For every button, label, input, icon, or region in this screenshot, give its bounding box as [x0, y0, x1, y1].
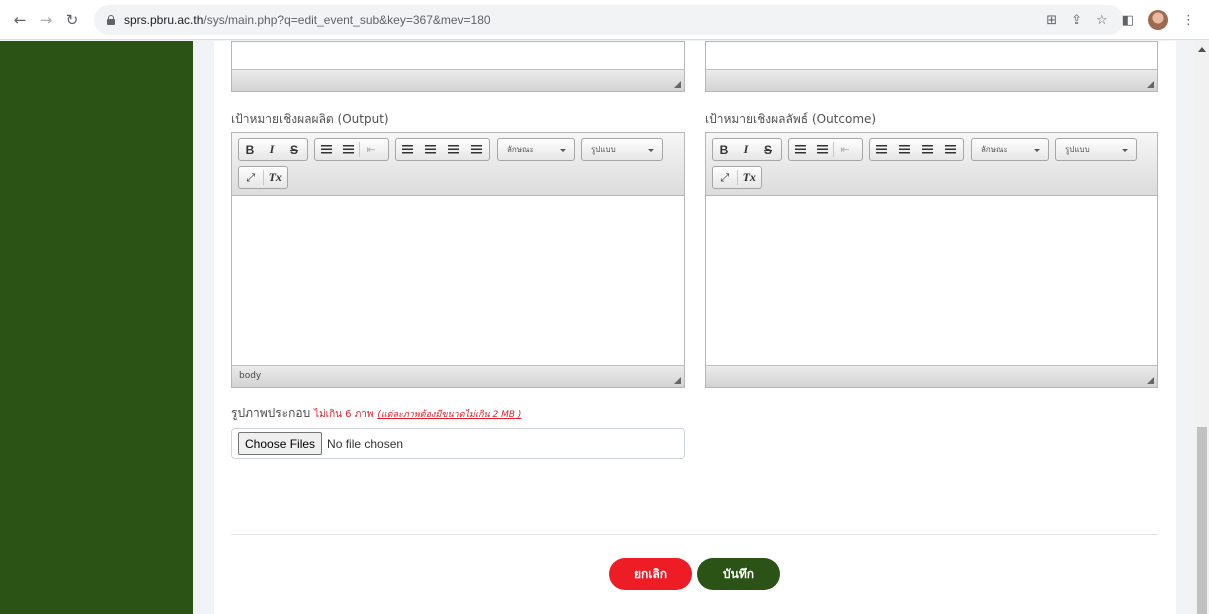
style-dropdown[interactable]: ลักษณะ: [497, 138, 575, 161]
save-button[interactable]: บันทึก: [697, 558, 780, 590]
bookmark-star-icon[interactable]: ☆: [1096, 13, 1108, 28]
scroll-up-arrow-icon[interactable]: [1198, 47, 1206, 52]
divider: [231, 534, 1158, 535]
editor-previous-right[interactable]: [705, 41, 1158, 92]
page-scrollbar[interactable]: [1195, 41, 1209, 614]
bold-button[interactable]: B: [713, 139, 735, 160]
browser-toolbar: ← → ↻ sprs.pbru.ac.th/sys/main.php?q=edi…: [0, 0, 1209, 40]
style-dropdown-label: ลักษณะ: [981, 145, 1008, 154]
outcome-editor-body[interactable]: [706, 196, 1157, 365]
editor-toolbar: B I S ⇤ ลักษณะ รูปแบบ ⤢ Tx: [706, 133, 1157, 196]
align-left-icon[interactable]: [870, 139, 893, 160]
back-arrow-icon[interactable]: ←: [10, 10, 30, 30]
align-center-icon[interactable]: [419, 139, 442, 160]
url-path: /sys/main.php?q=edit_event_sub&key=367&m…: [203, 12, 491, 27]
align-group: [395, 138, 490, 161]
align-group: [869, 138, 964, 161]
outcome-editor[interactable]: B I S ⇤ ลักษณะ รูปแบบ ⤢ Tx: [705, 132, 1158, 388]
bulleted-list-icon[interactable]: [337, 139, 359, 160]
align-center-icon[interactable]: [893, 139, 916, 160]
editor-body[interactable]: [706, 42, 1157, 71]
kebab-menu-icon[interactable]: ⋮: [1182, 13, 1195, 28]
editor-body[interactable]: [232, 42, 684, 71]
outcome-label: เป้าหมายเชิงผลลัพธ์ (Outcome): [705, 112, 877, 126]
photo-label: รูปภาพประกอบ ไม่เกิน 6 ภาพ (แต่ละภาพต้อง…: [231, 404, 521, 423]
format-dropdown[interactable]: รูปแบบ: [1055, 138, 1137, 161]
editor-footer: [232, 69, 684, 91]
tools-group: ⤢ Tx: [238, 166, 288, 189]
remove-format-button[interactable]: Tx: [738, 167, 762, 188]
list-group: ⇤: [788, 138, 863, 161]
format-dropdown-label: รูปแบบ: [1065, 145, 1090, 154]
translate-icon[interactable]: ⊞: [1046, 13, 1057, 28]
side-panel-icon[interactable]: ◧: [1122, 13, 1134, 28]
output-editor-body[interactable]: [232, 196, 684, 365]
editor-footer: [706, 69, 1157, 91]
align-justify-icon[interactable]: [465, 139, 488, 160]
photo-limit-text: ไม่เกิน 6 ภาพ: [314, 409, 374, 420]
italic-button[interactable]: I: [261, 139, 283, 160]
forward-arrow-icon[interactable]: →: [36, 10, 56, 30]
chevron-down-icon: [1122, 149, 1128, 152]
chevron-down-icon: [1034, 149, 1040, 152]
bulleted-list-icon[interactable]: [811, 139, 833, 160]
sidebar: [0, 41, 193, 614]
editor-footer: body: [232, 365, 684, 387]
style-dropdown-label: ลักษณะ: [507, 145, 534, 154]
resize-handle-icon[interactable]: [674, 81, 681, 88]
url-host: sprs.pbru.ac.th: [124, 12, 204, 27]
align-right-icon[interactable]: [442, 139, 465, 160]
chevron-down-icon: [560, 149, 566, 152]
basic-style-group: B I S: [238, 138, 308, 161]
format-dropdown[interactable]: รูปแบบ: [581, 138, 663, 161]
output-label: เป้าหมายเชิงผลผลิต (Output): [231, 112, 389, 126]
tools-group: ⤢ Tx: [712, 166, 762, 189]
bold-button[interactable]: B: [239, 139, 261, 160]
resize-handle-icon[interactable]: [674, 377, 681, 384]
basic-style-group: B I S: [712, 138, 782, 161]
strikethrough-button[interactable]: S: [757, 139, 779, 160]
editor-toolbar: B I S ⇤ ลักษณะ รูปแบบ ⤢ Tx: [232, 133, 684, 196]
numbered-list-icon[interactable]: [789, 139, 811, 160]
outdent-icon[interactable]: ⇤: [834, 139, 856, 160]
cancel-button[interactable]: ยกเลิก: [609, 558, 692, 590]
numbered-list-icon[interactable]: [315, 139, 337, 160]
editor-footer: [706, 365, 1157, 387]
italic-button[interactable]: I: [735, 139, 757, 160]
scrollbar-thumb[interactable]: [1197, 427, 1207, 614]
choose-files-button[interactable]: Choose Files: [238, 432, 323, 455]
profile-avatar-icon[interactable]: [1148, 10, 1168, 30]
photo-label-text: รูปภาพประกอบ: [231, 406, 311, 420]
editor-previous-left[interactable]: [231, 41, 685, 92]
address-bar[interactable]: sprs.pbru.ac.th/sys/main.php?q=edit_even…: [94, 4, 1124, 35]
reload-icon[interactable]: ↻: [62, 10, 82, 30]
chevron-down-icon: [648, 149, 654, 152]
strikethrough-button[interactable]: S: [283, 139, 305, 160]
resize-handle-icon[interactable]: [1147, 81, 1154, 88]
remove-format-button[interactable]: Tx: [264, 167, 288, 188]
align-left-icon[interactable]: [396, 139, 419, 160]
maximize-icon[interactable]: ⤢: [239, 167, 263, 188]
outdent-icon[interactable]: ⇤: [360, 139, 382, 160]
align-right-icon[interactable]: [916, 139, 939, 160]
list-group: ⇤: [314, 138, 389, 161]
photo-size-note: (แต่ละภาพต้องมีขนาดไม่เกิน 2 MB ): [377, 410, 522, 420]
element-path[interactable]: body: [239, 371, 261, 381]
url-text: sprs.pbru.ac.th/sys/main.php?q=edit_even…: [124, 13, 491, 27]
align-justify-icon[interactable]: [939, 139, 962, 160]
file-input[interactable]: Choose Files No file chosen: [231, 428, 685, 459]
format-dropdown-label: รูปแบบ: [591, 145, 616, 154]
lock-icon: [106, 14, 116, 25]
style-dropdown[interactable]: ลักษณะ: [971, 138, 1049, 161]
output-editor[interactable]: B I S ⇤ ลักษณะ รูปแบบ ⤢ Tx body: [231, 132, 685, 388]
file-status-text: No file chosen: [327, 436, 404, 451]
resize-handle-icon[interactable]: [1147, 377, 1154, 384]
maximize-icon[interactable]: ⤢: [713, 167, 737, 188]
share-icon[interactable]: ⇪: [1071, 13, 1082, 28]
